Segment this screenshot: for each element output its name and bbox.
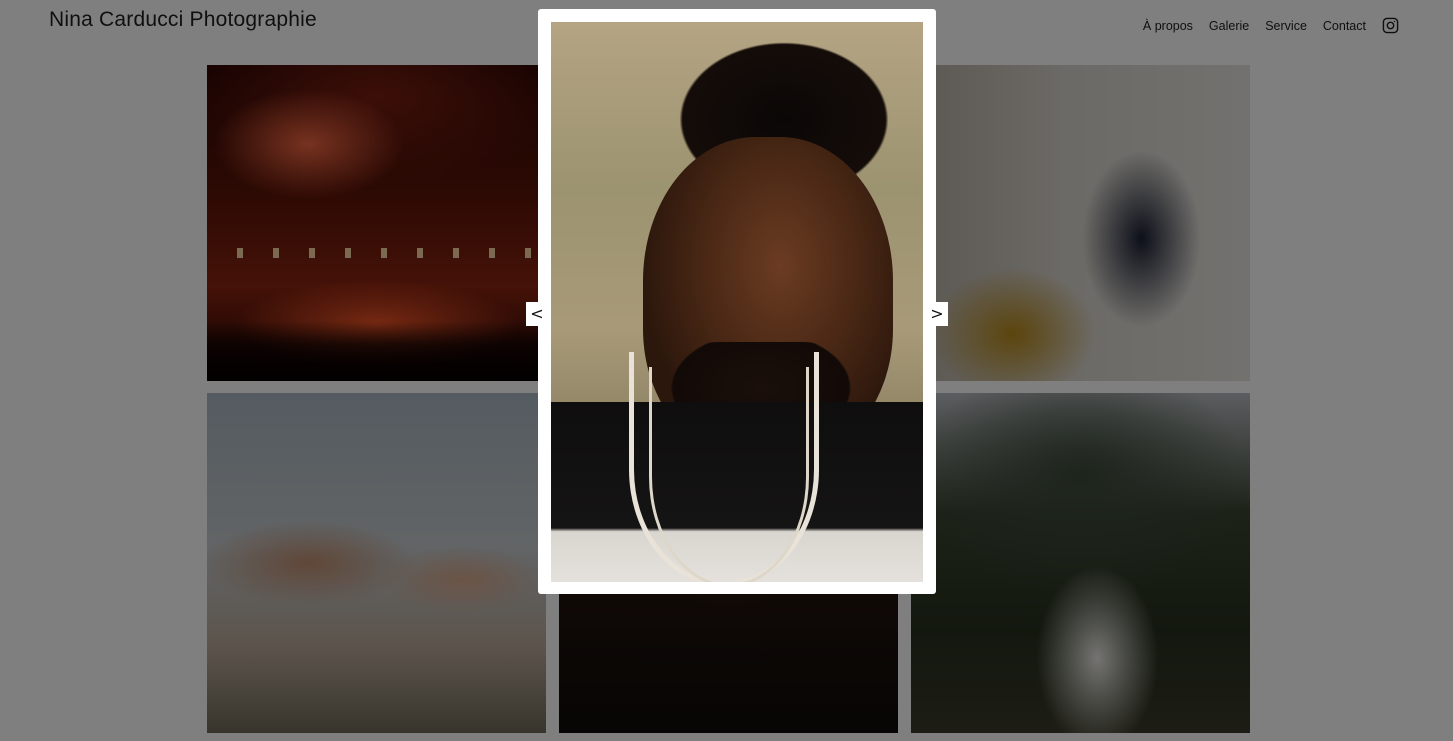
lightbox-image-portrait-man <box>551 22 923 582</box>
photo-necklace-inner <box>649 367 809 582</box>
lightbox-prev-button[interactable]: < <box>526 302 548 326</box>
lightbox-next-button[interactable]: > <box>926 302 948 326</box>
page: Nina Carducci Photographie À propos Gale… <box>0 0 1453 741</box>
lightbox-modal <box>538 9 936 594</box>
